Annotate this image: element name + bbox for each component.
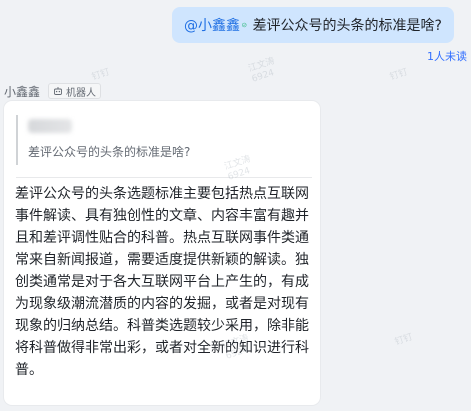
verified-check-icon xyxy=(242,22,247,28)
read-status[interactable]: 1人未读 xyxy=(427,48,467,64)
answer-text: 差评公众号的头条选题标准主要包括热点互联网事件解读、具有独创性的文章、内容丰富有… xyxy=(15,186,309,378)
reply-message-card[interactable]: 差评公众号的头条的标准是啥? 差评公众号的头条选题标准主要包括热点互联网事件解读… xyxy=(4,101,320,405)
outgoing-message-bubble[interactable]: @小鑫鑫 差评公众号的头条的标准是啥? xyxy=(172,7,454,43)
bot-tag-label: 机器人 xyxy=(66,87,97,99)
mention-link[interactable]: @小鑫鑫 xyxy=(184,15,240,35)
outgoing-message-text: 差评公众号的头条的标准是啥? xyxy=(252,18,442,34)
quote-divider xyxy=(16,177,312,178)
bot-tag: 机器人 xyxy=(48,83,102,99)
quoted-message[interactable]: 差评公众号的头条的标准是啥? xyxy=(16,115,314,165)
robot-icon xyxy=(54,87,62,95)
blurred-sender-name xyxy=(28,119,72,133)
watermark: 钉钉 xyxy=(90,67,111,83)
sender-name[interactable]: 小鑫鑫 xyxy=(4,83,40,100)
watermark: 江文涛 6924 xyxy=(247,56,277,85)
quoted-message-text: 差评公众号的头条的标准是啥? xyxy=(28,145,191,159)
watermark: 钉钉 xyxy=(393,332,414,348)
sender-line: 小鑫鑫 机器人 xyxy=(4,83,102,100)
watermark: 钉钉 xyxy=(388,67,409,83)
